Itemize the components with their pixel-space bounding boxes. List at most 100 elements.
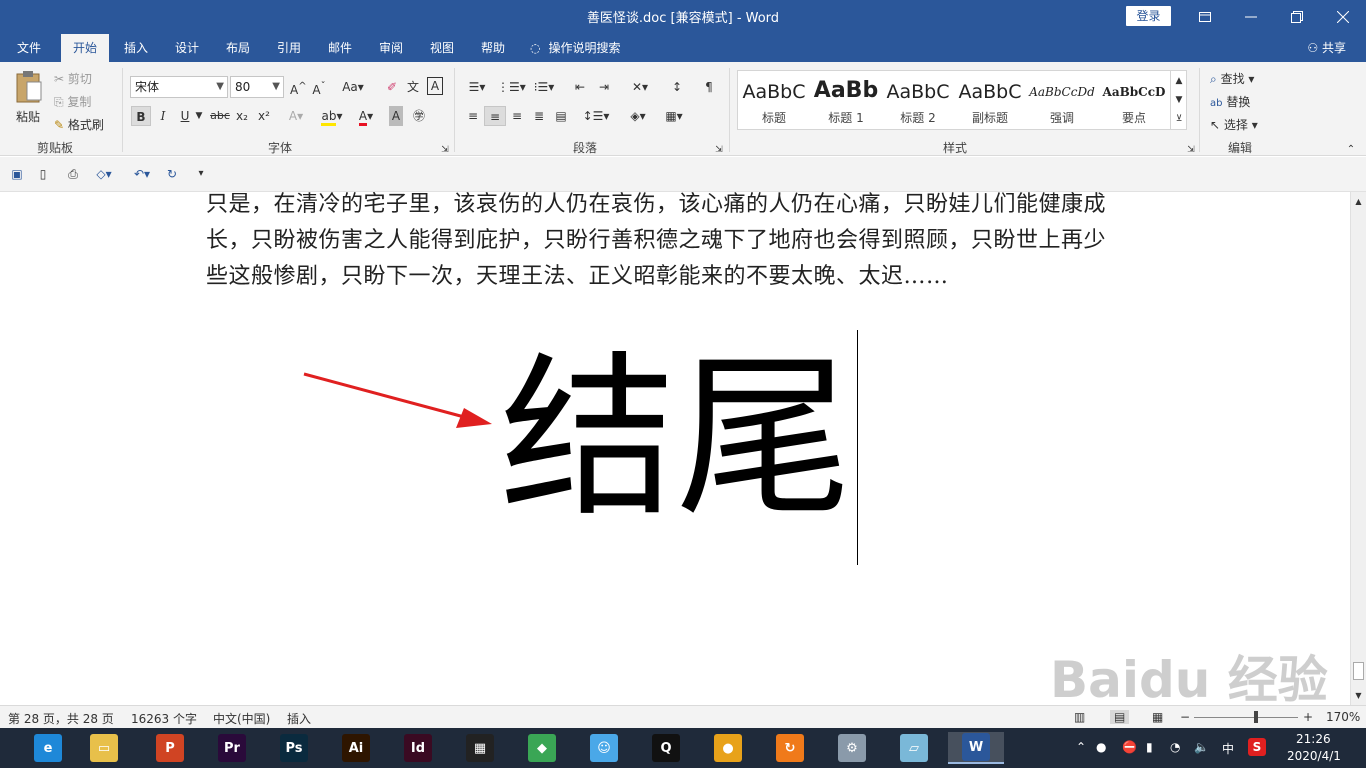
vertical-scrollbar[interactable]: ▲ ▼ (1350, 192, 1366, 705)
sort-icon[interactable]: ↕ (668, 77, 686, 97)
highlight-color-button[interactable]: ab▾ (318, 106, 346, 126)
zoom-in-icon[interactable]: + (1303, 710, 1313, 724)
phonetic-guide-icon[interactable]: 文 (405, 77, 421, 97)
document-canvas[interactable]: 只是，在清冷的宅子里，该哀伤的人仍在哀伤，该心痛的人仍在心痛，只盼娃儿们能健康成… (0, 192, 1350, 705)
bullets-icon[interactable]: ☰▾ (464, 77, 490, 97)
taskbar-app-premiere[interactable]: Pr (204, 732, 260, 764)
clock-time[interactable]: 21:26 (1296, 732, 1331, 746)
customize-qat-icon[interactable]: ▾ (194, 164, 208, 184)
character-border-icon[interactable]: A (427, 77, 443, 95)
restore-icon[interactable] (1274, 0, 1320, 34)
show-marks-icon[interactable]: ¶ (700, 77, 718, 97)
page-count[interactable]: 第 28 页，共 28 页 (8, 710, 114, 727)
read-mode-icon[interactable]: ▥ (1074, 710, 1085, 724)
login-button[interactable]: 登录 (1126, 6, 1171, 26)
close-icon[interactable] (1320, 0, 1366, 34)
tab-review[interactable]: 审阅 (367, 34, 415, 62)
zoom-slider-thumb[interactable] (1254, 711, 1258, 723)
shrink-font-icon[interactable]: Aˇ (312, 77, 326, 97)
align-left-icon[interactable]: ≡ (464, 106, 482, 126)
zoom-level[interactable]: 170% (1326, 710, 1360, 724)
taskbar-app-indesign[interactable]: Id (390, 732, 446, 764)
taskbar-app-powerpoint[interactable]: P (142, 732, 198, 764)
font-size-combo[interactable]: 80 ▼ (230, 76, 284, 98)
style-emphasis[interactable]: AaBbCcDd 强调 (1026, 71, 1098, 129)
italic-button[interactable]: I (155, 106, 171, 126)
change-case-button[interactable]: Aa▾ (340, 77, 366, 97)
tab-home[interactable]: 开始 (61, 34, 109, 62)
styles-scroll[interactable]: ▲ ▼ ⊻ (1170, 71, 1187, 129)
align-right-icon[interactable]: ≡ (508, 106, 526, 126)
taskbar-app-chrome[interactable]: ● (700, 732, 756, 764)
undo-icon[interactable]: ↶▾ (128, 164, 156, 184)
font-name-combo[interactable]: 宋体 ▼ (130, 76, 228, 98)
subscript-button[interactable]: x₂ (234, 106, 250, 126)
line-spacing-icon[interactable]: ↕☰▾ (582, 106, 610, 126)
taskbar-app-illustrator[interactable]: Ai (328, 732, 384, 764)
print-preview-icon[interactable]: ⎙ (64, 164, 82, 184)
save-icon[interactable]: ▣ (8, 164, 26, 184)
distributed-icon[interactable]: ▤ (552, 106, 570, 126)
show-hidden-icons-icon[interactable]: ⌃ (1076, 740, 1086, 754)
superscript-button[interactable]: x² (256, 106, 272, 126)
decrease-indent-icon[interactable]: ⇤ (570, 77, 590, 97)
taskbar-app-video[interactable]: ▦ (452, 732, 508, 764)
style-subtitle[interactable]: AaBbC 副标题 (954, 71, 1026, 129)
taskbar-app-word[interactable]: W (948, 732, 1004, 764)
taskbar-app-app-tool[interactable]: ⚙ (824, 732, 880, 764)
tell-me-search[interactable]: ◌ 操作说明搜索 (530, 34, 640, 62)
chevron-down-icon[interactable]: ▼ (1173, 90, 1185, 110)
character-shading-icon[interactable]: A (389, 106, 403, 126)
tab-help[interactable]: 帮助 (469, 34, 517, 62)
taskbar-app-qq[interactable]: Q (638, 732, 694, 764)
network-warning-icon[interactable]: ⛔ (1122, 740, 1137, 754)
taskbar-app-app-colorful[interactable]: ◆ (514, 732, 570, 764)
text-effects-icon[interactable]: A▾ (286, 106, 306, 126)
taskbar-app-edge[interactable]: e (20, 732, 76, 764)
justify-icon[interactable]: ≣ (530, 106, 548, 126)
zoom-out-icon[interactable]: − (1180, 710, 1190, 724)
bold-button[interactable]: B (131, 106, 151, 126)
taskbar-app-app-cat[interactable]: ☺ (576, 732, 632, 764)
scroll-thumb[interactable] (1353, 662, 1364, 680)
taskbar-app-photoshop[interactable]: Ps (266, 732, 322, 764)
taskbar-app-app-orange[interactable]: ↻ (762, 732, 818, 764)
tab-file[interactable]: 文件 (5, 34, 53, 62)
select-button[interactable]: ↖ 选择 ▾ (1210, 116, 1258, 133)
grow-font-icon[interactable]: A^ (290, 77, 307, 97)
chevron-up-icon[interactable]: ▲ (1173, 71, 1185, 91)
new-document-icon[interactable]: ▯ (34, 164, 52, 184)
redo-icon[interactable]: ↻ (164, 164, 180, 184)
tab-mailings[interactable]: 邮件 (316, 34, 364, 62)
chevron-down-icon[interactable]: ▼ (194, 106, 204, 126)
multilevel-list-icon[interactable]: ⁝☰▾ (530, 77, 558, 97)
clear-formatting-icon[interactable]: ✐ (384, 77, 400, 97)
font-color-button[interactable]: A▾ (352, 106, 380, 126)
shading-icon[interactable]: ◈▾ (624, 106, 652, 126)
align-center-icon[interactable]: ≡ (484, 106, 506, 126)
format-painter-button[interactable]: ✎ 格式刷 (54, 116, 104, 133)
ribbon-display-options-icon[interactable] (1182, 0, 1228, 34)
web-layout-icon[interactable]: ▦ (1152, 710, 1163, 724)
style-heading-1[interactable]: AaBb 标题 1 (810, 71, 882, 129)
chinese-layout-icon[interactable]: ✕▾ (626, 77, 654, 97)
tab-layout[interactable]: 布局 (214, 34, 262, 62)
paste-button[interactable]: 粘贴 (10, 68, 48, 132)
scroll-up-icon[interactable]: ▲ (1352, 192, 1365, 212)
tab-design[interactable]: 设计 (163, 34, 211, 62)
enclose-characters-icon[interactable]: ㊫ (410, 106, 428, 126)
battery-icon[interactable]: ▮ (1146, 740, 1153, 754)
insert-mode[interactable]: 插入 (287, 710, 311, 727)
clock-date[interactable]: 2020/4/1 (1287, 749, 1341, 763)
tab-view[interactable]: 视图 (418, 34, 466, 62)
sogou-icon[interactable]: S (1248, 738, 1266, 756)
style-heading-2[interactable]: AaBbC 标题 2 (882, 71, 954, 129)
numbering-icon[interactable]: ⋮☰▾ (497, 77, 526, 97)
word-count[interactable]: 16263 个字 (131, 710, 197, 727)
language-indicator[interactable]: 中文(中国) (213, 710, 270, 727)
share-button[interactable]: ⚇ 共享 (1307, 34, 1346, 62)
minimize-icon[interactable] (1228, 0, 1274, 34)
underline-button[interactable]: U (177, 106, 193, 126)
scroll-down-icon[interactable]: ▼ (1352, 686, 1365, 706)
qq-tray-icon[interactable]: ● (1096, 740, 1106, 754)
